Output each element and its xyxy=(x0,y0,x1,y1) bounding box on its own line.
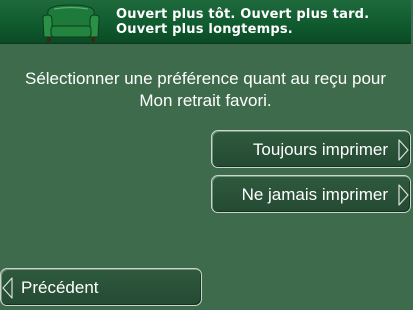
header-banner: Ouvert plus tôt. Ouvert plus tard. Ouver… xyxy=(0,0,411,44)
banner-line-2: Ouvert plus longtemps. xyxy=(116,22,293,37)
banner-line-1: Ouvert plus tôt. Ouvert plus tard. xyxy=(116,7,370,22)
chevron-right-icon xyxy=(398,184,409,206)
prompt-line-1: Sélectionner une préférence quant au reç… xyxy=(24,69,387,88)
always-print-button[interactable]: Toujours imprimer xyxy=(211,130,411,168)
previous-label: Précédent xyxy=(21,278,99,297)
always-print-label: Toujours imprimer xyxy=(252,140,388,159)
prompt-text: Sélectionner une préférence quant au reç… xyxy=(0,68,411,112)
chevron-left-icon xyxy=(2,277,13,299)
never-print-label: Ne jamais imprimer xyxy=(241,185,388,204)
chevron-right-icon xyxy=(398,139,409,161)
prompt-line-2: Mon retrait favori. xyxy=(139,91,272,110)
previous-button[interactable]: Précédent xyxy=(0,268,202,306)
never-print-button[interactable]: Ne jamais imprimer xyxy=(211,175,411,213)
armchair-icon xyxy=(42,4,100,42)
banner-slogan: Ouvert plus tôt. Ouvert plus tard. Ouver… xyxy=(116,7,369,37)
